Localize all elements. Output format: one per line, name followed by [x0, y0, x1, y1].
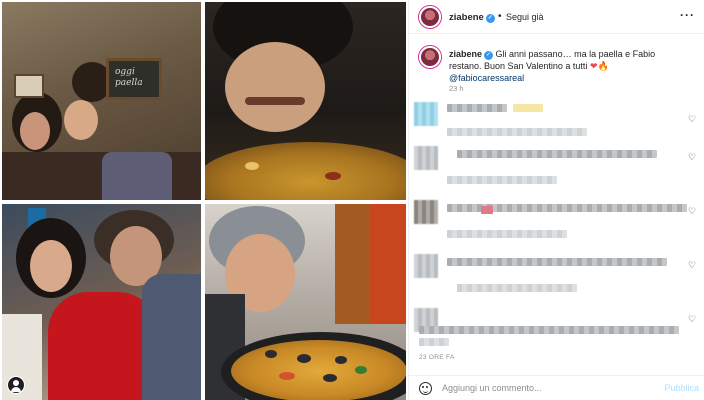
- add-comment-bar: Pubblica: [409, 375, 704, 400]
- blurred-text: [419, 326, 679, 334]
- caption-timestamp[interactable]: 23 h: [449, 84, 464, 93]
- blurred-text: [457, 150, 657, 158]
- caption-text-block: ziabene ✓ Gli anni passano… ma la paella …: [449, 48, 669, 84]
- blackboard-text: oggi paella: [115, 67, 143, 88]
- blurred-text: [481, 206, 493, 214]
- blurred-avatar: [414, 254, 438, 278]
- blurred-text: [447, 230, 567, 238]
- post-photo-collage[interactable]: oggi paella: [0, 0, 408, 400]
- post-header: ziabene ✓ • Segui già ···: [409, 0, 704, 34]
- photo-modern-couple: [2, 204, 201, 400]
- photo-vintage-couple: oggi paella: [2, 2, 201, 200]
- more-options-icon[interactable]: ···: [680, 8, 695, 22]
- comments-list: ♡ ♡ ♡ ♡ ♡: [409, 96, 704, 362]
- caption-avatar[interactable]: [419, 46, 441, 68]
- blurred-avatar: [414, 146, 438, 170]
- blurred-text: [457, 284, 577, 292]
- blurred-text: [447, 104, 507, 112]
- following-button[interactable]: Segui già: [506, 12, 544, 22]
- blackboard-sign: oggi paella: [106, 58, 162, 100]
- header-separator: •: [498, 11, 502, 22]
- comment-input[interactable]: [442, 380, 662, 396]
- blurred-text: [447, 176, 557, 184]
- verified-badge-icon: ✓: [485, 14, 495, 23]
- blurred-text: [447, 258, 667, 266]
- blurred-text: [513, 104, 543, 112]
- heart-fire-emoji: ❤🔥: [589, 61, 609, 71]
- avatar[interactable]: [419, 6, 441, 28]
- heart-outline-icon[interactable]: ♡: [687, 260, 697, 270]
- heart-outline-icon[interactable]: ♡: [687, 314, 697, 324]
- post-time-label[interactable]: 23 ORE FA: [419, 354, 455, 361]
- user-tag-icon[interactable]: [7, 376, 25, 394]
- emoji-icon[interactable]: [419, 382, 432, 395]
- header-username[interactable]: ziabene ✓: [449, 12, 495, 23]
- blurred-avatar: [414, 200, 438, 224]
- post-side-panel: ziabene ✓ • Segui già ··· ziabene ✓ Gli an…: [408, 0, 704, 400]
- heart-outline-icon[interactable]: ♡: [687, 206, 697, 216]
- blurred-avatar: [414, 102, 438, 126]
- photo-smelling-paella: [205, 2, 406, 200]
- photo-paella-pan: [205, 204, 406, 400]
- header-username-text[interactable]: ziabene: [449, 12, 484, 23]
- post-caption: ziabene ✓ Gli anni passano… ma la paella …: [409, 40, 704, 93]
- caption-username[interactable]: ziabene: [449, 49, 482, 59]
- blurred-text: [447, 128, 587, 136]
- heart-outline-icon[interactable]: ♡: [687, 152, 697, 162]
- blurred-text: [419, 338, 449, 346]
- verified-badge-icon: ✓: [484, 51, 494, 60]
- heart-outline-icon[interactable]: ♡: [687, 114, 697, 124]
- caption-mention-link[interactable]: @fabiocaressareal: [449, 73, 524, 83]
- publish-button[interactable]: Pubblica: [664, 383, 699, 393]
